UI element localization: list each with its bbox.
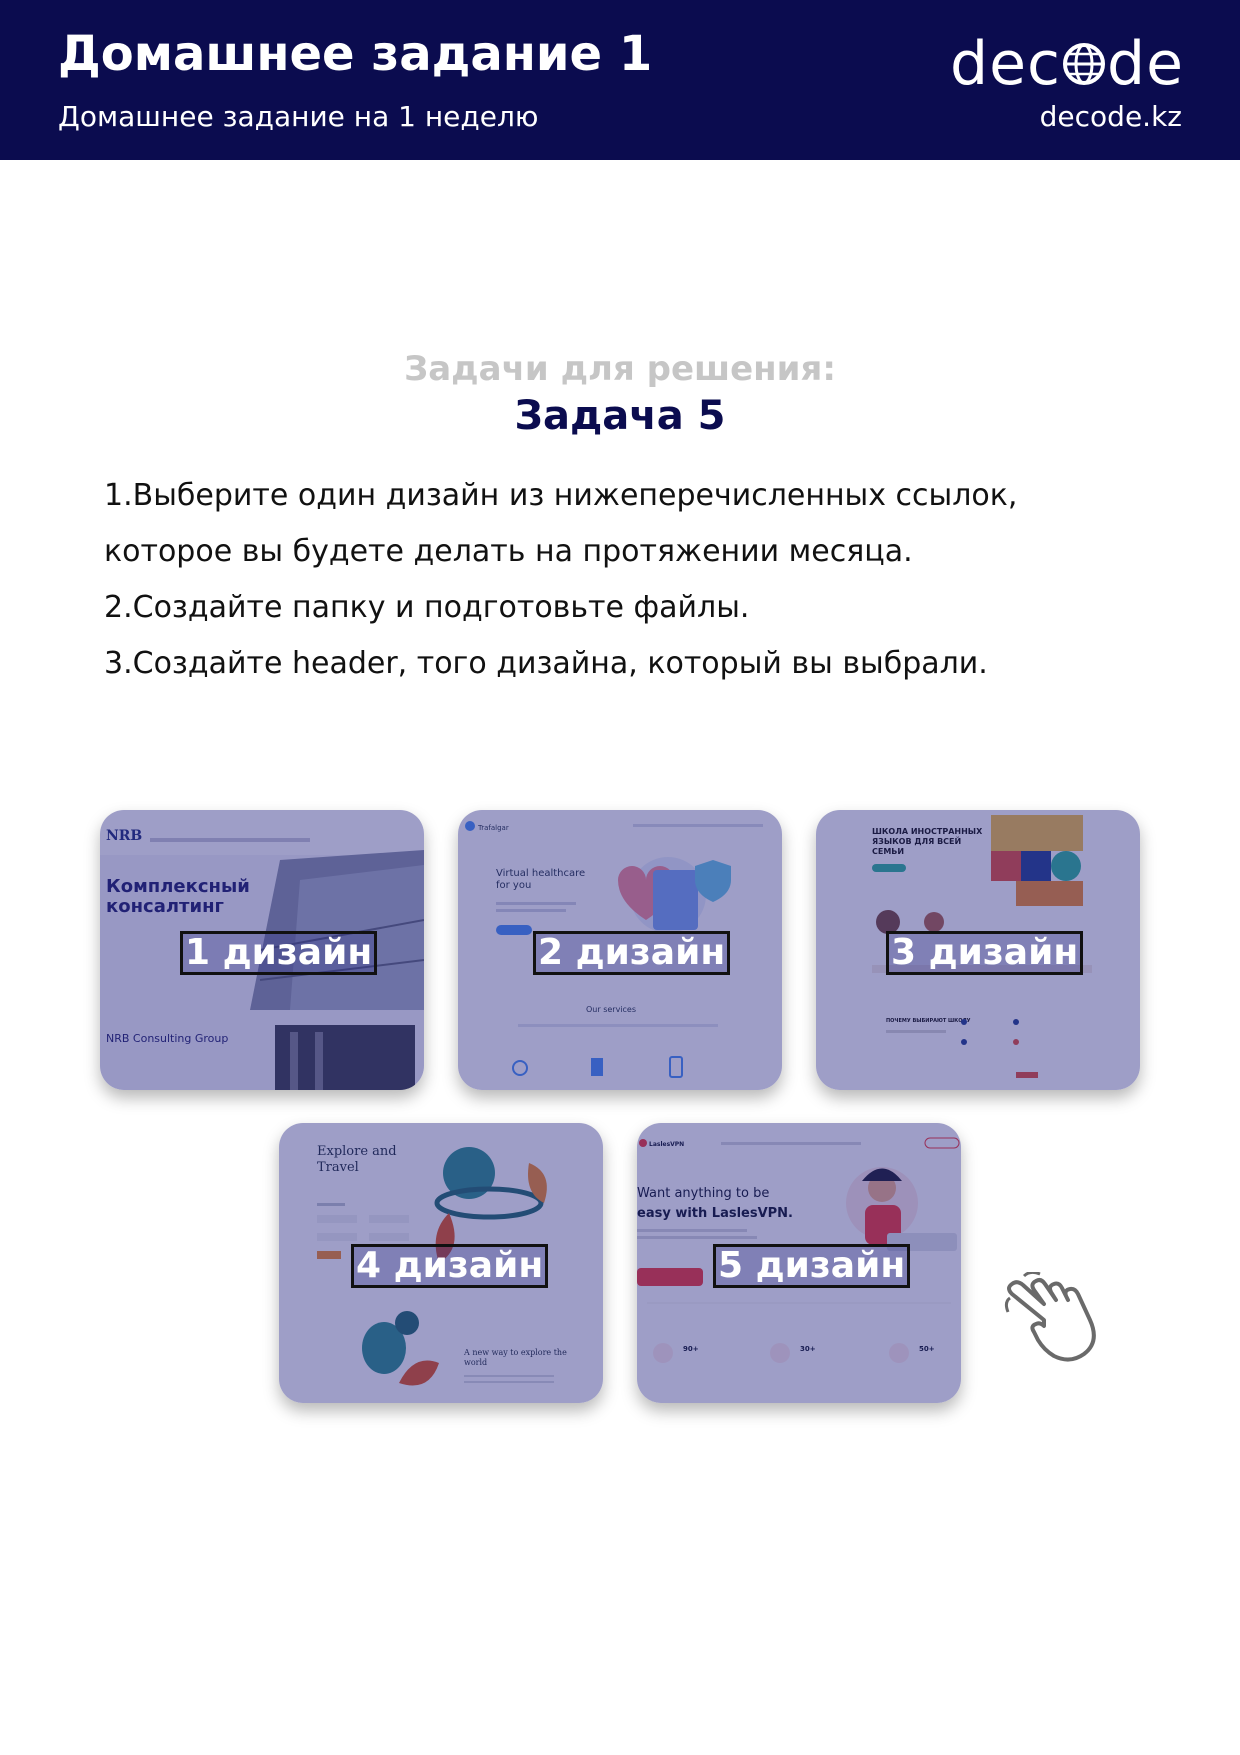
design-card-5[interactable]: LaslesVPN Want anything to be easy with … bbox=[637, 1123, 961, 1403]
header-banner: Домашнее задание 1 Домашнее задание на 1… bbox=[0, 0, 1240, 160]
hand-pointer-icon bbox=[1004, 1270, 1114, 1366]
design-card-1[interactable]: NRB Комплексный консалтинг NRB Consultin… bbox=[100, 810, 424, 1090]
design-label: 1 дизайн bbox=[180, 931, 378, 975]
steps-list: 1.Выберите один дизайн из нижеперечислен… bbox=[104, 468, 1164, 692]
page-subtitle: Домашнее задание на 1 неделю bbox=[58, 100, 539, 133]
site-link[interactable]: decode.kz bbox=[1040, 100, 1182, 133]
design-card-3[interactable]: ШКОЛА ИНОСТРАННЫХ ЯЗЫКОВ ДЛЯ ВСЕЙ СЕМЬИ … bbox=[816, 810, 1140, 1090]
step-line: 2.Создайте папку и подготовьте файлы. bbox=[104, 590, 750, 625]
design-label: 2 дизайн bbox=[533, 931, 731, 975]
design-label: 5 дизайн bbox=[713, 1244, 911, 1288]
design-label: 4 дизайн bbox=[351, 1244, 549, 1288]
globe-icon bbox=[1062, 36, 1106, 85]
subheading: Задачи для решения: bbox=[404, 349, 836, 389]
task-title: Задача 5 bbox=[514, 393, 726, 439]
decode-logo: dec de bbox=[950, 29, 1184, 99]
step-line: которое вы будете делать на протяжении м… bbox=[104, 534, 913, 569]
step-line: 3.Создайте header, того дизайна, который… bbox=[104, 646, 988, 681]
design-card-2[interactable]: Trafalgar Virtual healthcare for you Our… bbox=[458, 810, 782, 1090]
design-card-4[interactable]: Explore and Travel A new way to explore … bbox=[279, 1123, 603, 1403]
page-title: Домашнее задание 1 bbox=[58, 26, 653, 82]
design-label: 3 дизайн bbox=[886, 931, 1084, 975]
step-line: 1.Выберите один дизайн из нижеперечислен… bbox=[104, 478, 1018, 513]
